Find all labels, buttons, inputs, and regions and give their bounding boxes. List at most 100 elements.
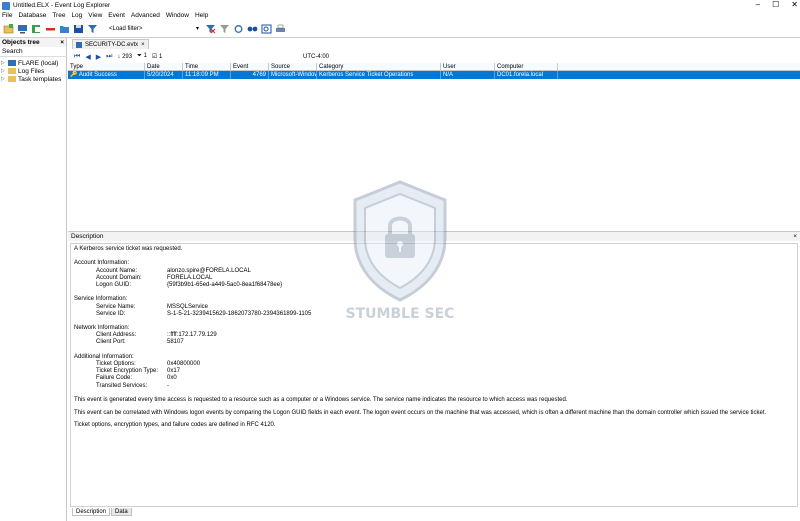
last-page-icon[interactable]: ⏭: [106, 53, 112, 61]
account-domain-key: Account Domain:: [96, 274, 142, 281]
quick-filter-icon[interactable]: [218, 23, 230, 35]
expand-icon[interactable]: ▷: [1, 76, 6, 82]
cell-user: N/A: [441, 71, 495, 79]
open-folder-icon[interactable]: [58, 23, 70, 35]
close-icon[interactable]: ×: [60, 39, 64, 46]
column-time[interactable]: Time: [183, 63, 231, 70]
transited-row: Transited Services: -: [74, 383, 794, 390]
menu-advanced[interactable]: Advanced: [131, 12, 160, 19]
minimize-button[interactable]: –: [756, 0, 760, 9]
shield-icon: [353, 180, 447, 302]
column-date[interactable]: Date: [145, 63, 183, 70]
tree-item-task-templates[interactable]: ▷ Task templates: [1, 75, 65, 83]
failure-code-row: Failure Code: 0x0: [74, 375, 794, 382]
new-database-icon[interactable]: [2, 23, 14, 35]
transited-key: Transited Services:: [96, 382, 148, 389]
menu-tree[interactable]: Tree: [52, 12, 65, 19]
search-icon[interactable]: [260, 23, 272, 35]
menu-event[interactable]: Event: [108, 12, 125, 19]
tab-security-dc[interactable]: SECURITY-DC.evtx ×: [72, 39, 149, 49]
menu-file[interactable]: File: [2, 12, 12, 19]
app-icon: [2, 1, 10, 10]
expand-icon[interactable]: ▷: [1, 68, 6, 74]
toolbar: <Load filter> ▾: [0, 20, 800, 38]
timezone: UTC-4:00: [303, 53, 330, 60]
service-name-value: MSSQLService: [167, 303, 209, 310]
maximize-button[interactable]: ☐: [772, 0, 779, 9]
load-filter-dropdown[interactable]: <Load filter> ▾: [106, 23, 202, 34]
column-type[interactable]: Type: [68, 63, 145, 70]
computer-icon: [8, 60, 16, 66]
tree-search-input[interactable]: Search: [0, 47, 66, 57]
load-filter-value: <Load filter>: [109, 25, 143, 32]
failure-code-key: Failure Code:: [96, 375, 133, 382]
menu-view[interactable]: View: [88, 12, 102, 19]
client-port-row: Client Port: 58107: [74, 339, 794, 346]
checked-count: ☑ 1: [152, 53, 162, 60]
encryption-key: Ticket Encryption Type:: [96, 368, 159, 375]
filter-icon[interactable]: [86, 23, 98, 35]
first-page-icon[interactable]: ⏮: [74, 53, 80, 61]
save-icon[interactable]: [72, 23, 84, 35]
tree-item-flare[interactable]: ▷ FLARE (local): [1, 59, 65, 67]
column-source[interactable]: Source: [269, 63, 317, 70]
service-id-key: Service ID:: [96, 310, 126, 317]
description-paragraph-3: Ticket options, encryption types, and fa…: [74, 422, 276, 429]
event-count: ↓ 293: [117, 54, 132, 60]
menu-log[interactable]: Log: [71, 12, 82, 19]
additional-header: Additional Information:: [74, 353, 134, 360]
ticket-options-key: Ticket Options:: [96, 361, 136, 367]
watermark-logo: STUMBLE SEC: [333, 176, 467, 340]
service-id-value: S-1-5-21-3239415629-1862073780-239436189…: [167, 310, 312, 317]
menu-database[interactable]: Database: [18, 12, 46, 19]
tab-description[interactable]: Description: [72, 508, 111, 516]
cell-type: 🔑 Audit Success: [68, 71, 145, 79]
column-event[interactable]: Event: [231, 63, 269, 70]
log-icon: [76, 41, 82, 48]
logon-guid-key: Logon GUID:: [96, 281, 132, 288]
column-computer[interactable]: Computer: [495, 63, 558, 70]
close-button[interactable]: ✕: [791, 0, 798, 9]
tab-data[interactable]: Data: [111, 508, 132, 516]
find-icon[interactable]: [246, 23, 258, 35]
client-address-value: ::ffff:172.17.79.129: [167, 332, 217, 339]
next-page-icon[interactable]: ▶: [96, 53, 101, 61]
folder-icon: [8, 76, 16, 82]
cell-time: 11:18:09 PM: [183, 71, 231, 79]
close-icon[interactable]: ×: [141, 42, 145, 48]
account-name-key: Account Name:: [96, 267, 138, 274]
tab-label: SECURITY-DC.evtx: [85, 41, 139, 48]
transited-value: -: [167, 382, 169, 389]
client-port-key: Client Port:: [96, 339, 126, 346]
column-category[interactable]: Category: [317, 63, 441, 70]
window-title: Untitled.ELX - Event Log Explorer: [13, 2, 111, 9]
events-table: Type Date Time Event Source Category Use…: [68, 63, 800, 79]
client-port-value: 58107: [167, 339, 184, 346]
refresh-icon[interactable]: [232, 23, 244, 35]
cell-date: 5/20/2024: [145, 71, 183, 79]
open-computer-icon[interactable]: [16, 23, 28, 35]
account-domain-value: FORELA.LOCAL: [167, 274, 213, 281]
checkbox-icon: ☑: [151, 54, 158, 60]
account-name-value: alonzo.spire@FORELA.LOCAL: [167, 267, 251, 274]
menu-window[interactable]: Window: [166, 12, 189, 19]
encryption-row: Ticket Encryption Type: 0x17: [74, 368, 794, 375]
cell-computer: DC01.forela.local: [495, 71, 558, 79]
print-icon[interactable]: [274, 23, 286, 35]
expand-icon[interactable]: ▷: [1, 60, 6, 66]
client-address-key: Client Address:: [96, 332, 137, 339]
clear-filter-icon[interactable]: [204, 23, 216, 35]
add-log-icon[interactable]: [30, 23, 42, 35]
prev-page-icon[interactable]: ◀: [85, 53, 90, 61]
key-icon: 🔑: [70, 72, 78, 78]
remove-icon[interactable]: [44, 23, 56, 35]
table-row[interactable]: 🔑 Audit Success 5/20/2024 11:18:09 PM 47…: [68, 71, 800, 79]
menu-help[interactable]: Help: [195, 12, 208, 19]
tree-item-log-files[interactable]: ▷ Log Files: [1, 67, 65, 75]
folder-icon: [8, 68, 16, 74]
close-icon[interactable]: ×: [793, 233, 797, 240]
watermark-text: STUMBLE SEC: [345, 306, 455, 322]
tree-item-label: Log Files: [18, 67, 45, 75]
menu-bar: File Database Tree Log View Event Advanc…: [0, 11, 800, 20]
column-user[interactable]: User: [441, 63, 495, 70]
